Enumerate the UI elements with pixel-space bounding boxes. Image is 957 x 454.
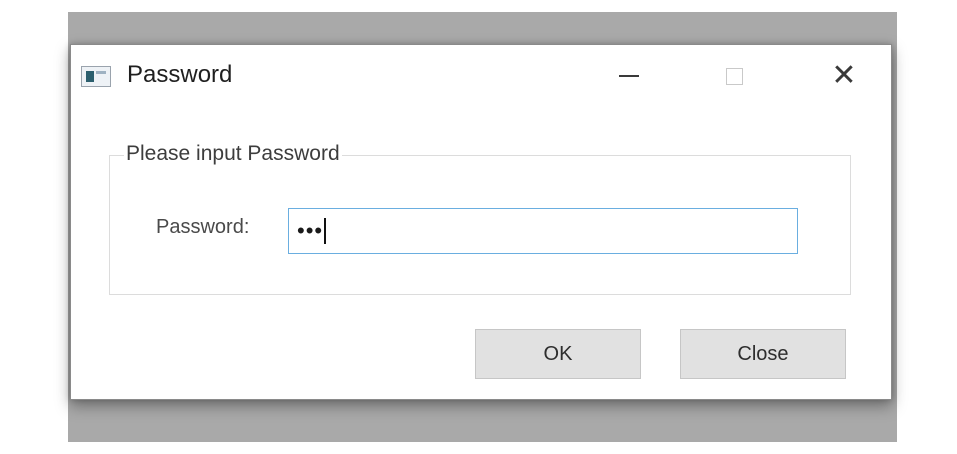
window-title: Password — [127, 61, 233, 88]
ok-button[interactable]: OK — [475, 329, 641, 379]
maximize-button[interactable] — [714, 59, 754, 93]
app-window-icon — [81, 66, 111, 87]
close-window-button[interactable]: ✕ — [824, 59, 864, 93]
password-masked-value: ••• — [297, 218, 324, 243]
password-input[interactable]: ••• — [288, 208, 798, 254]
password-dialog: Password ✕ Please input Password Passwor… — [70, 44, 892, 400]
title-bar[interactable]: Password ✕ — [71, 45, 891, 105]
maximize-icon — [725, 67, 743, 85]
groupbox-legend: Please input Password — [124, 142, 342, 166]
minimize-icon — [619, 75, 639, 77]
close-icon: ✕ — [831, 58, 857, 93]
close-button[interactable]: Close — [680, 329, 846, 379]
minimize-button[interactable] — [609, 59, 649, 93]
password-groupbox: Please input Password Password: ••• — [109, 142, 851, 295]
password-label: Password: — [156, 216, 250, 238]
text-caret — [324, 218, 327, 244]
